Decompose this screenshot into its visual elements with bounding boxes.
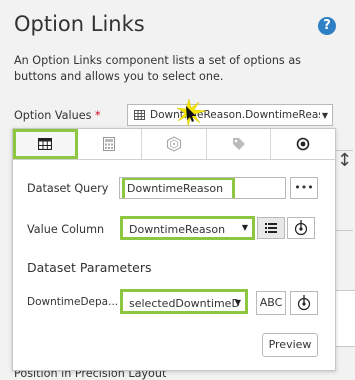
value-column-value: DowntimeReason bbox=[129, 223, 226, 236]
tab-cube[interactable] bbox=[142, 129, 207, 159]
abc-button[interactable]: ABC bbox=[256, 291, 286, 315]
cube-icon bbox=[166, 136, 182, 152]
divider bbox=[335, 230, 353, 231]
radio-target-icon bbox=[296, 137, 310, 151]
background-field bbox=[335, 290, 355, 347]
help-icon[interactable]: ? bbox=[318, 17, 336, 35]
dataset-parameters-heading: Dataset Parameters bbox=[27, 260, 152, 275]
value-column-select[interactable]: DowntimeReason ▼ bbox=[120, 216, 255, 240]
table-icon bbox=[37, 138, 52, 150]
binding-button[interactable] bbox=[287, 217, 315, 239]
tag-icon bbox=[232, 138, 245, 150]
param-binding-button[interactable] bbox=[290, 291, 318, 315]
value-column-label: Value Column bbox=[27, 223, 105, 236]
binding-icon bbox=[294, 220, 308, 236]
option-values-label-text: Option Values bbox=[14, 109, 92, 122]
description: An Option Links component lists a set of… bbox=[14, 54, 302, 83]
option-values-dropdown-panel: Dataset Query DowntimeReason ••• Value C… bbox=[12, 128, 336, 371]
param-value-select[interactable]: selectedDowntimeDep ▼ bbox=[120, 289, 248, 314]
chevron-down-icon: ▼ bbox=[321, 111, 328, 120]
dataset-query-label: Dataset Query bbox=[27, 182, 109, 195]
option-values-select-text: DowntimeReason.DowntimeReas bbox=[150, 109, 320, 121]
list-mode-button[interactable] bbox=[257, 217, 285, 239]
option-values-select[interactable]: DowntimeReason.DowntimeReas ▼ bbox=[127, 104, 333, 126]
tab-tag[interactable] bbox=[207, 129, 272, 159]
chevron-down-icon: ▼ bbox=[234, 298, 241, 307]
tab-static-list[interactable] bbox=[78, 129, 143, 159]
calculator-icon bbox=[103, 137, 116, 151]
binding-icon bbox=[297, 295, 311, 311]
param-value: selectedDowntimeDep bbox=[129, 297, 239, 310]
param-label: DowntimeDepa... bbox=[27, 296, 119, 308]
table-icon bbox=[134, 110, 145, 123]
dataset-query-value: DowntimeReason bbox=[127, 182, 224, 195]
list-icon bbox=[265, 223, 277, 233]
click-indicator-icon bbox=[176, 98, 207, 131]
dataset-query-input[interactable]: DowntimeReason bbox=[119, 177, 286, 199]
resize-vertical-icon: ↕ bbox=[337, 150, 353, 171]
option-values-label: Option Values * bbox=[14, 109, 101, 122]
more-button[interactable]: ••• bbox=[290, 177, 318, 199]
chevron-down-icon: ▼ bbox=[241, 223, 248, 232]
tab-property[interactable] bbox=[271, 129, 335, 159]
tab-dataset[interactable] bbox=[13, 129, 78, 159]
preview-button[interactable]: Preview bbox=[262, 333, 318, 357]
required-mark: * bbox=[95, 109, 101, 122]
source-tabs bbox=[13, 129, 335, 160]
page-title: Option Links bbox=[14, 12, 145, 36]
